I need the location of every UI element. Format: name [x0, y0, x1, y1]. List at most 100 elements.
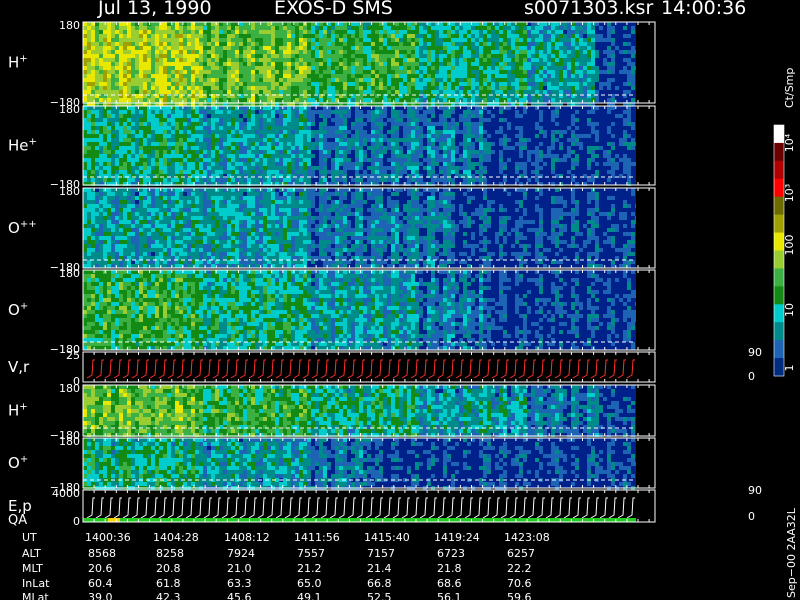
heatmap-cell [371, 118, 375, 122]
heatmap-cell [87, 114, 91, 118]
heatmap-cell [187, 66, 191, 70]
heatmap-cell [211, 22, 215, 26]
heatmap-cell [355, 118, 359, 122]
heatmap-cell [151, 154, 155, 158]
heatmap-cell [255, 154, 259, 158]
heatmap-cell [423, 146, 427, 150]
heatmap-cell [215, 114, 219, 118]
heatmap-cell [315, 166, 319, 170]
heatmap-cell [307, 82, 311, 86]
heatmap-cell [299, 110, 303, 114]
heatmap-cell [487, 86, 491, 90]
heatmap-cell [135, 54, 139, 58]
heatmap-cell [391, 146, 395, 150]
heatmap-cell [491, 26, 495, 30]
heatmap-cell [551, 130, 555, 134]
heatmap-cell [203, 34, 207, 38]
heatmap-cell [307, 142, 311, 146]
heatmap-cell [167, 70, 171, 74]
heatmap-cell [315, 138, 319, 142]
heatmap-cell [115, 34, 119, 38]
heatmap-cell [315, 110, 319, 114]
heatmap-cell [515, 62, 519, 66]
heatmap-cell [575, 50, 579, 54]
heatmap-cell [575, 86, 579, 90]
heatmap-cell [211, 110, 215, 114]
heatmap-cell [299, 158, 303, 162]
heatmap-cell [623, 42, 627, 46]
heatmap-cell [419, 86, 423, 90]
heatmap-cell [343, 86, 347, 90]
heatmap-cell [91, 248, 95, 252]
heatmap-cell [175, 34, 179, 38]
heatmap-cell [439, 30, 443, 34]
heatmap-cell [419, 114, 423, 118]
heatmap-cell [363, 134, 367, 138]
heatmap-cell [519, 42, 523, 46]
heatmap-cell [131, 110, 135, 114]
heatmap-cell [187, 58, 191, 62]
heatmap-cell [183, 146, 187, 150]
heatmap-cell [499, 110, 503, 114]
heatmap-cell [595, 90, 599, 94]
heatmap-cell [587, 150, 591, 154]
heatmap-cell [87, 248, 91, 252]
heatmap-cell [423, 30, 427, 34]
heatmap-cell [523, 82, 527, 86]
heatmap-cell [511, 82, 515, 86]
heatmap-cell [247, 86, 251, 90]
heatmap-cell [587, 58, 591, 62]
heatmap-cell [287, 162, 291, 166]
heatmap-cell [355, 50, 359, 54]
heatmap-cell [199, 86, 203, 90]
heatmap-cell [335, 142, 339, 146]
heatmap-cell [399, 42, 403, 46]
heatmap-cell [279, 142, 283, 146]
heatmap-cell [271, 162, 275, 166]
heatmap-cell [555, 138, 559, 142]
heatmap-cell [523, 50, 527, 54]
heatmap-cell [119, 78, 123, 82]
heatmap-cell [291, 178, 295, 182]
heatmap-cell [575, 22, 579, 26]
heatmap-cell [255, 166, 259, 170]
heatmap-cell [447, 178, 451, 182]
heatmap-cell [411, 106, 415, 110]
heatmap-cell [91, 260, 95, 264]
heatmap-cell [487, 118, 491, 122]
heatmap-cell [551, 78, 555, 82]
heatmap-cell [163, 30, 167, 34]
heatmap-cell [99, 30, 103, 34]
heatmap-cell [263, 150, 267, 154]
heatmap-cell [515, 166, 519, 170]
heatmap-cell [95, 138, 99, 142]
heatmap-cell [443, 78, 447, 82]
heatmap-cell [147, 42, 151, 46]
heatmap-cell [287, 26, 291, 30]
heatmap-cell [203, 74, 207, 78]
heatmap-cell [279, 178, 283, 182]
heatmap-cell [543, 134, 547, 138]
heatmap-cell [135, 82, 139, 86]
heatmap-cell [583, 42, 587, 46]
heatmap-cell [395, 54, 399, 58]
heatmap-cell [443, 62, 447, 66]
heatmap-cell [611, 98, 615, 102]
heatmap-cell [607, 158, 611, 162]
heatmap-cell [179, 58, 183, 62]
heatmap-cell [187, 162, 191, 166]
heatmap-cell [119, 138, 123, 142]
heatmap-cell [87, 158, 91, 162]
heatmap-cell [175, 114, 179, 118]
heatmap-cell [291, 138, 295, 142]
heatmap-cell [387, 26, 391, 30]
heatmap-cell [415, 150, 419, 154]
heatmap-cell [335, 46, 339, 50]
heatmap-cell [519, 34, 523, 38]
heatmap-cell [507, 26, 511, 30]
heatmap-cell [415, 78, 419, 82]
heatmap-cell [251, 26, 255, 30]
heatmap-cell [455, 130, 459, 134]
heatmap-cell [359, 166, 363, 170]
heatmap-cell [507, 50, 511, 54]
